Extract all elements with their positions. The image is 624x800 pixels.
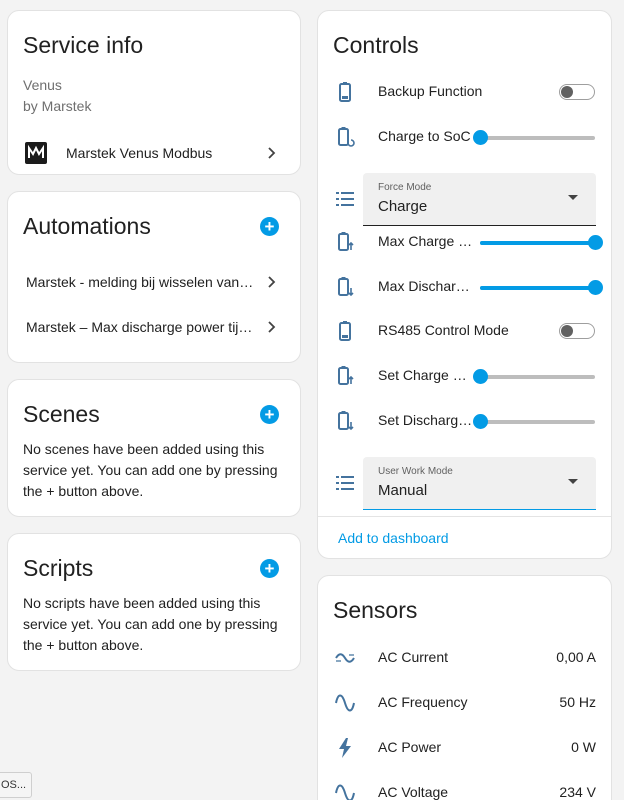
- marstek-logo: [25, 142, 47, 164]
- select-value: Manual: [378, 482, 428, 499]
- chevron-right-icon: [268, 147, 276, 159]
- set-discharge-power-slider[interactable]: [473, 414, 595, 429]
- select-label: Force Mode: [378, 182, 432, 193]
- sensor-row-ac-current[interactable]: AC Current 0,00 A: [318, 640, 611, 676]
- service-info-card: Service info Venus by Marstek Marstek Ve…: [7, 10, 301, 175]
- control-label: Backup Function: [378, 83, 483, 99]
- battery-icon: [339, 321, 351, 341]
- add-automation-button[interactable]: +: [260, 217, 279, 236]
- list-icon: [336, 192, 354, 206]
- control-set-charge-power: Set Charge Po...: [318, 358, 611, 394]
- list-item[interactable]: Marstek - melding bij wisselen van anti.…: [8, 265, 300, 299]
- sensor-row-ac-frequency[interactable]: AC Frequency 50 Hz: [318, 685, 611, 721]
- charge-to-soc-slider[interactable]: [473, 130, 595, 145]
- battery-discharge-icon: [338, 411, 354, 431]
- slider-thumb[interactable]: [588, 235, 603, 250]
- service-info-title: Service info: [23, 32, 144, 58]
- control-max-discharge-power: Max Discharg...: [318, 269, 611, 305]
- scenes-title: Scenes: [23, 401, 100, 427]
- battery-charge-icon: [338, 366, 354, 385]
- dropdown-caret-icon: [568, 195, 578, 200]
- sensor-row-ac-power[interactable]: AC Power 0 W: [318, 730, 611, 766]
- slider-thumb[interactable]: [473, 130, 488, 145]
- controls-title: Controls: [333, 32, 419, 58]
- select-value: Charge: [378, 198, 428, 215]
- sensor-label: AC Voltage: [378, 784, 449, 800]
- sensor-label: AC Power: [378, 739, 442, 755]
- backup-function-toggle[interactable]: [559, 84, 595, 100]
- max-discharge-power-slider[interactable]: [480, 280, 603, 295]
- slider-thumb[interactable]: [588, 280, 603, 295]
- control-backup-function: Backup Function: [318, 74, 611, 110]
- control-label: Charge to SoC: [378, 128, 471, 144]
- sensor-value: 0 W: [571, 739, 596, 755]
- chevron-right-icon: [268, 321, 276, 333]
- slider-thumb[interactable]: [473, 414, 488, 429]
- control-label: RS485 Control Mode: [378, 322, 509, 338]
- battery-discharge-icon: [338, 277, 354, 297]
- sine-wave-icon: [335, 694, 355, 712]
- automations-card: Automations + Marstek - melding bij wiss…: [7, 191, 301, 363]
- control-label: Set Charge Po...: [378, 367, 473, 383]
- sine-wave-icon: [335, 784, 355, 800]
- force-mode-select[interactable]: Force Mode Charge: [363, 173, 596, 226]
- sensor-label: AC Current: [378, 649, 449, 665]
- control-charge-to-soc: Charge to SoC: [318, 119, 611, 155]
- scripts-title: Scripts: [23, 555, 94, 581]
- add-to-dashboard-button[interactable]: Add to dashboard: [338, 530, 449, 546]
- dropdown-caret-icon: [568, 479, 578, 484]
- battery-icon: [339, 82, 351, 102]
- slider-thumb[interactable]: [473, 369, 488, 384]
- battery-charge-icon: [338, 232, 354, 251]
- device-manufacturer: by Marstek: [23, 98, 92, 114]
- list-item[interactable]: Marstek – Max discharge power tijdsc...: [8, 310, 300, 344]
- add-script-button[interactable]: +: [260, 559, 279, 578]
- control-rs485-control-mode: RS485 Control Mode: [318, 313, 611, 349]
- sensor-label: AC Frequency: [378, 694, 468, 710]
- select-label: User Work Mode: [378, 466, 453, 477]
- scripts-empty-text: No scripts have been added using this se…: [23, 595, 278, 653]
- control-label: Max Charge P...: [378, 233, 473, 249]
- tooltip: OS...: [0, 772, 32, 798]
- automation-label: Marstek - melding bij wisselen van anti.…: [26, 274, 276, 290]
- battery-sync-icon: [338, 127, 355, 147]
- automations-title: Automations: [23, 213, 151, 239]
- control-label: Set Discharge ...: [378, 412, 473, 428]
- user-work-mode-select[interactable]: User Work Mode Manual: [363, 457, 596, 510]
- set-charge-power-slider[interactable]: [473, 369, 595, 384]
- scenes-empty-text: No scenes have been added using this ser…: [23, 441, 278, 499]
- list-icon: [336, 476, 354, 490]
- sensor-value: 50 Hz: [559, 694, 596, 710]
- control-set-discharge-power: Set Discharge ...: [318, 403, 611, 439]
- scenes-card: Scenes + No scenes have been added using…: [7, 379, 301, 517]
- sensor-value: 0,00 A: [556, 649, 596, 665]
- automation-label: Marstek – Max discharge power tijdsc...: [26, 319, 272, 335]
- controls-card: Controls Backup Function Charge to SoC F…: [317, 10, 612, 559]
- integration-name: Marstek Venus Modbus: [66, 145, 213, 161]
- max-charge-power-slider[interactable]: [480, 235, 603, 250]
- control-max-charge-power: Max Charge P...: [318, 224, 611, 260]
- sensor-value: 234 V: [559, 784, 596, 800]
- sensors-title: Sensors: [333, 597, 418, 623]
- control-force-mode: Force Mode Charge: [318, 173, 611, 226]
- device-model: Venus: [23, 77, 62, 93]
- sensors-card: Sensors AC Current 0,00 A AC Frequency 5…: [317, 575, 612, 800]
- control-user-work-mode: User Work Mode Manual: [318, 457, 611, 510]
- rs485-control-mode-toggle[interactable]: [559, 323, 595, 339]
- lightning-bolt-icon: [339, 738, 351, 758]
- sensor-row-ac-voltage[interactable]: AC Voltage 234 V: [318, 775, 611, 800]
- chevron-right-icon: [268, 276, 276, 288]
- scripts-card: Scripts + No scripts have been added usi…: [7, 533, 301, 671]
- current-ac-icon: [335, 653, 355, 663]
- integration-link[interactable]: Marstek Venus Modbus: [8, 135, 300, 171]
- add-scene-button[interactable]: +: [260, 405, 279, 424]
- divider: [318, 516, 611, 517]
- control-label: Max Discharg...: [378, 278, 473, 294]
